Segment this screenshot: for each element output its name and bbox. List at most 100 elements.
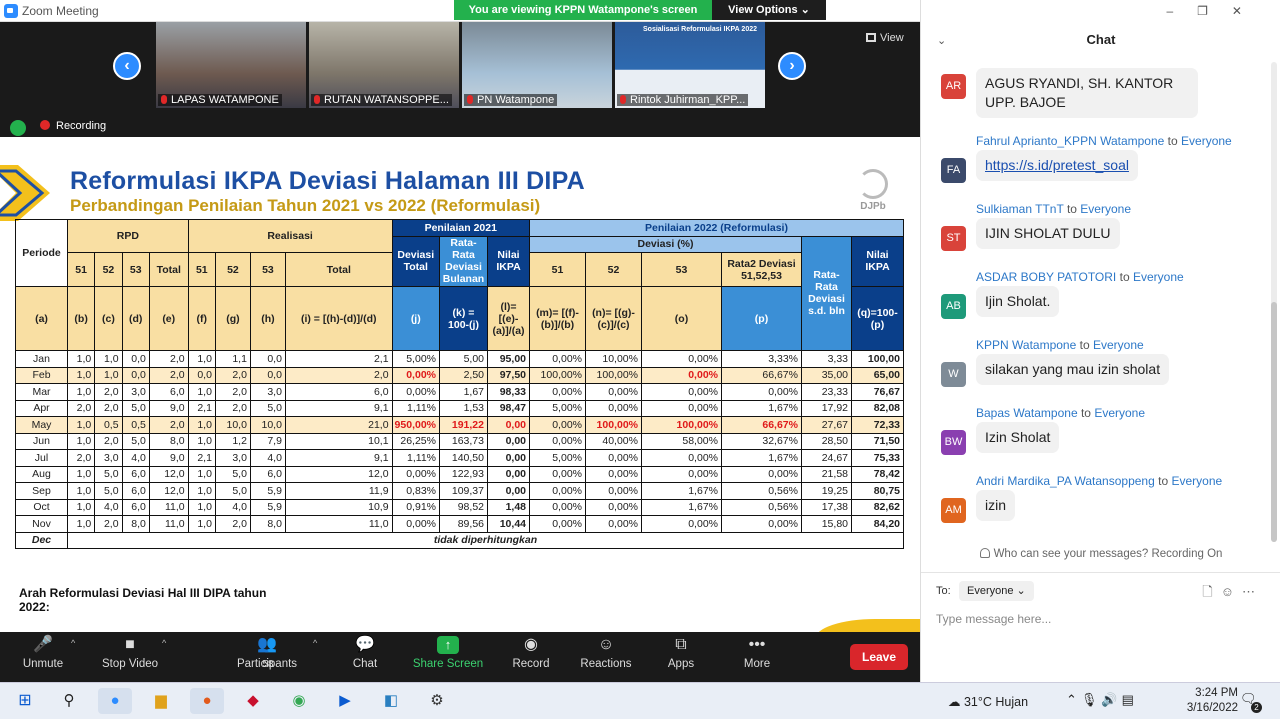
value-cell: 0,00% — [641, 383, 722, 401]
message-link[interactable]: https://s.id/pretest_soal — [985, 157, 1129, 173]
window-controls[interactable]: –❐✕ — [1167, 4, 1267, 18]
value-cell: 0,00% — [721, 465, 802, 483]
value-cell: 0,00% — [585, 383, 642, 401]
dec-label: Dec — [15, 531, 68, 549]
participants-button[interactable]: 👥58 Participants ^ — [227, 636, 317, 670]
app-blue-icon[interactable]: ◧ — [374, 688, 408, 714]
network-icon[interactable]: ▤ — [1122, 692, 1138, 707]
chat-message-input[interactable] — [936, 609, 1266, 629]
value-cell: 1,0 — [66, 350, 96, 368]
video-strip: ‹ LAPAS WATAMPONE RUTAN WATANSOPPE... PN… — [0, 22, 920, 137]
next-page-arrow-icon[interactable]: › — [778, 52, 806, 80]
show-hidden-chevron-icon[interactable]: ⌃ — [1066, 692, 1081, 707]
value-cell: 0,00% — [529, 350, 586, 368]
value-cell: 100,00% — [585, 416, 642, 434]
weather-widget[interactable]: ☁ 31°C Hujan — [948, 694, 1028, 709]
value-cell: 2,1 — [187, 449, 216, 467]
settings-gear-icon[interactable]: ⚙ — [420, 688, 454, 714]
recipient-dropdown[interactable]: Everyone ⌄ — [959, 581, 1034, 601]
security-shield-icon[interactable] — [10, 120, 26, 136]
more-options-icon[interactable]: ⋯ — [1242, 584, 1263, 599]
clock[interactable]: 3:24 PM 3/16/2022 — [1178, 686, 1238, 716]
participant-name: RUTAN WATANSOPPE... — [324, 94, 449, 106]
avatar[interactable]: AM — [941, 498, 966, 523]
chat-message-list[interactable]: AR AGUS RYANDI, SH. KANTOR UPP. BAJOE FA Fa… — [921, 56, 1280, 544]
share-screen-button[interactable]: ↑ Share Screen — [408, 636, 488, 670]
search-icon[interactable]: ⚲ — [52, 688, 86, 714]
apps-button[interactable]: ⧉ Apps — [641, 636, 721, 670]
participants-caret-icon[interactable]: ^ — [313, 638, 317, 648]
value-cell: 1,0 — [66, 366, 96, 384]
audio-options-caret-icon[interactable]: ^ — [71, 638, 75, 648]
view-options-button[interactable]: View Options ⌄ — [712, 0, 826, 20]
avatar[interactable]: FA — [941, 158, 966, 183]
avatar[interactable]: AB — [941, 294, 966, 319]
file-explorer-icon[interactable]: ▆ — [144, 688, 178, 714]
view-button[interactable]: View — [866, 32, 904, 44]
value-cell: 0,00 — [487, 449, 530, 467]
value-cell: 78,42 — [851, 465, 904, 483]
value-cell: 1,0 — [94, 366, 123, 384]
value-cell: 1,11% — [391, 449, 441, 467]
microphone-icon[interactable]: 🎙 — [1081, 692, 1102, 707]
avatar[interactable]: AR — [941, 74, 966, 99]
value-cell: 11,0 — [148, 515, 189, 533]
leave-button[interactable]: Leave — [850, 644, 908, 670]
col-header-rata2-deviasi: Rata2 Deviasi 51,52,53 — [721, 252, 802, 287]
stop-video-button[interactable]: ■ Stop Video ^ — [90, 636, 170, 670]
file-icon[interactable]: 🗋 — [1202, 584, 1220, 599]
media-player-icon[interactable]: ▶ — [328, 688, 362, 714]
chat-button[interactable]: 💬 Chat — [325, 636, 405, 670]
video-tile[interactable]: RUTAN WATANSOPPE... — [309, 22, 459, 108]
chrome-icon[interactable]: ◉ — [282, 688, 316, 714]
volume-icon[interactable]: 🔊 — [1101, 692, 1121, 707]
recipient-name: Everyone — [1132, 270, 1184, 284]
zoom-taskbar-icon[interactable]: ● — [98, 688, 132, 714]
scrollbar-thumb[interactable] — [1271, 302, 1277, 542]
video-tile[interactable]: LAPAS WATAMPONE — [156, 22, 306, 108]
value-cell: 9,0 — [148, 399, 189, 417]
to-label: to — [1079, 338, 1090, 352]
record-button[interactable]: ◉ Record — [491, 636, 571, 670]
col-header-rpd-52: 52 — [94, 252, 123, 287]
firefox-icon[interactable]: ● — [190, 688, 224, 714]
value-cell: 12,0 — [148, 465, 189, 483]
col-header-nilai-ikpa-2021: Nilai IKPA — [487, 235, 530, 287]
more-label: More — [743, 658, 771, 670]
reactions-button[interactable]: ☺ Reactions — [566, 636, 646, 670]
unmute-button[interactable]: 🎤 Unmute ^ — [3, 636, 83, 670]
emoji-icon[interactable]: ☺ — [1221, 584, 1242, 599]
privacy-note[interactable]: Who can see your messages? Recording On — [921, 548, 1280, 560]
more-button[interactable]: ••• More — [717, 636, 797, 670]
windows-start-icon[interactable]: ⊞ — [8, 688, 42, 714]
value-cell: 2,0 — [148, 350, 189, 368]
app-red-icon[interactable]: ◆ — [236, 688, 270, 714]
value-cell: 10,1 — [284, 432, 393, 450]
value-cell: 97,50 — [487, 366, 530, 384]
value-cell: 82,08 — [851, 399, 904, 417]
recipient-name: Everyone — [1080, 202, 1131, 216]
value-cell: 5,9 — [249, 482, 286, 500]
avatar[interactable]: ST — [941, 226, 966, 251]
notification-center-icon[interactable]: 🗨 2 — [1240, 691, 1262, 713]
video-options-caret-icon[interactable]: ^ — [162, 638, 166, 648]
col-header-deviasi-52: 52 — [585, 252, 642, 287]
previous-page-arrow-icon[interactable]: ‹ — [113, 52, 141, 80]
value-cell: 21,0 — [284, 416, 393, 434]
chat-bubble-icon: 💬 — [355, 636, 375, 653]
col-header-rata-deviasi-sd-bln: Rata-Rata Deviasi s.d. bln — [801, 235, 852, 351]
avatar[interactable]: BW — [941, 430, 966, 455]
video-tile[interactable]: PN Watampone — [462, 22, 612, 108]
to-label: to — [1158, 474, 1169, 488]
value-cell: 0,00% — [585, 449, 642, 467]
chat-scrollbar[interactable] — [1271, 62, 1277, 542]
chat-label: Chat — [352, 658, 378, 670]
video-tile[interactable]: Sosialisasi Reformulasi IKPA 2022 Rintok… — [615, 22, 765, 108]
avatar[interactable]: W — [941, 362, 966, 387]
recording-indicator[interactable]: Recording — [40, 120, 106, 132]
value-cell: 100,00% — [585, 366, 642, 384]
compose-icons[interactable]: 🗋☺⋯ — [1202, 583, 1263, 605]
value-cell: 5,0 — [214, 465, 251, 483]
tray-icons[interactable]: ⌃🎙🔊▤ — [1066, 692, 1138, 708]
value-cell: 0,56% — [721, 482, 802, 500]
